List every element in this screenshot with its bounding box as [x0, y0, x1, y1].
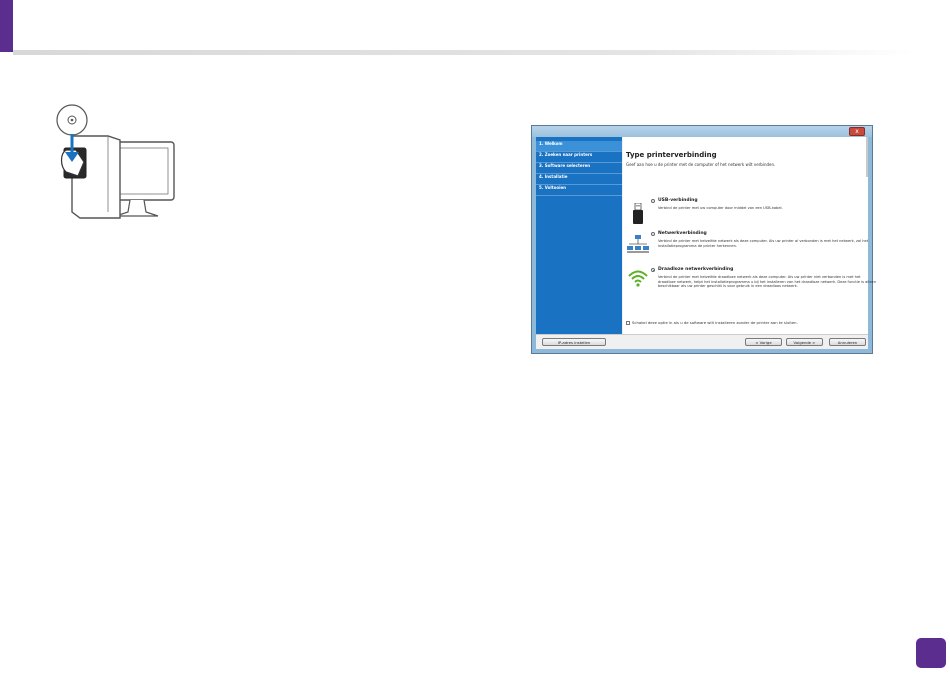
- install-without-printer-label: Schakel deze optie in als u de software …: [632, 320, 798, 325]
- sidebar-step-search: 2. Zoeken naar printers: [536, 152, 622, 163]
- sidebar-step-finish: 5. Voltooien: [536, 185, 622, 196]
- installer-window: x 1. Welkom 2. Zoeken naar printers 3. S…: [531, 125, 876, 354]
- network-option-title: Netwerkverbinding: [658, 231, 707, 236]
- header-divider: [13, 50, 913, 55]
- sidebar-step-software: 3. Software selecteren: [536, 163, 622, 174]
- usb-option-title: USB-verbinding: [658, 198, 698, 203]
- wifi-icon: [628, 270, 648, 287]
- back-button[interactable]: < Vorige: [745, 338, 782, 346]
- network-radio[interactable]: [651, 232, 655, 236]
- install-without-printer-row[interactable]: Schakel deze optie in als u de software …: [626, 320, 798, 325]
- wireless-option-desc: Verbind de printer met hetzelfde draadlo…: [658, 275, 877, 289]
- ip-address-button[interactable]: IP-adres instellen: [542, 338, 606, 346]
- page-subtitle: Geef aan hoe u de printer met de compute…: [626, 162, 776, 167]
- wizard-steps-sidebar: 1. Welkom 2. Zoeken naar printers 3. Sof…: [536, 137, 622, 335]
- window-close-button[interactable]: x: [849, 127, 865, 136]
- sidebar-step-welcome: 1. Welkom: [536, 141, 622, 152]
- wireless-radio[interactable]: [651, 268, 655, 272]
- install-without-printer-checkbox[interactable]: [626, 321, 630, 325]
- usb-radio[interactable]: [651, 199, 655, 203]
- button-bar: IP-adres instellen < Vorige Volgende > A…: [536, 334, 868, 349]
- content-scrollbar[interactable]: [866, 137, 868, 177]
- sidebar-step-install: 4. Installatie: [536, 174, 622, 185]
- wireless-option-title: Draadloze netwerkverbinding: [658, 267, 734, 272]
- cd-insert-illustration: [56, 104, 175, 219]
- window-titlebar: x: [532, 126, 872, 137]
- next-button[interactable]: Volgende >: [786, 338, 823, 346]
- page-title: Type printerverbinding: [626, 151, 717, 159]
- network-option-desc: Verbind de printer met hetzelfde netwerk…: [658, 239, 869, 248]
- wizard-content: Type printerverbinding Geef aan hoe u de…: [623, 137, 876, 335]
- window-body: 1. Welkom 2. Zoeken naar printers 3. Sof…: [536, 137, 876, 349]
- network-icon: [627, 235, 649, 253]
- usb-option-desc: Verbind de printer met uw computer door …: [658, 206, 783, 210]
- cancel-button[interactable]: Annuleren: [829, 338, 866, 346]
- page-number-badge: [916, 638, 946, 668]
- header-accent-bar: [0, 0, 13, 52]
- usb-cable-icon: [633, 203, 643, 224]
